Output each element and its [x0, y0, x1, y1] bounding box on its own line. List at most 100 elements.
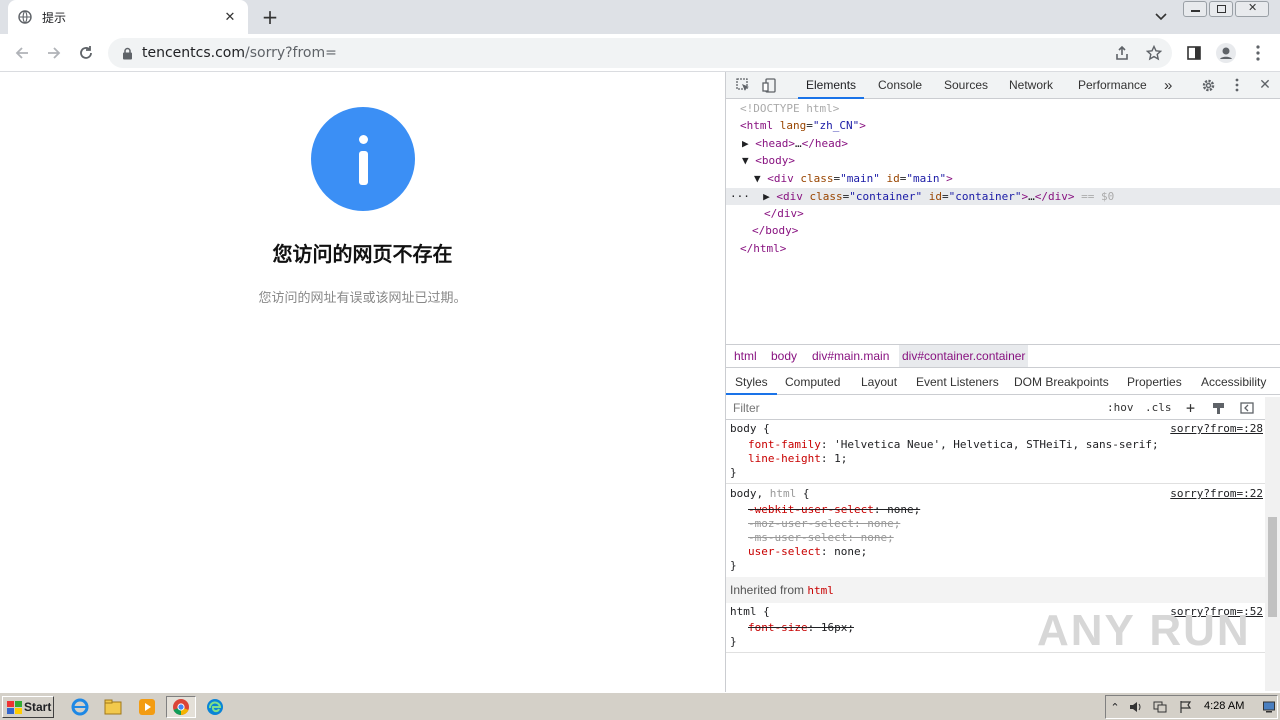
side-panel-icon[interactable] — [1180, 39, 1208, 67]
tab-strip: 提示 ✕ + ✕ — [0, 0, 1280, 34]
address-bar[interactable]: tencentcs.com/sorry?from= — [108, 38, 1172, 68]
styles-tabbar: Styles Computed Layout Event Listeners D… — [726, 369, 1280, 395]
volume-icon[interactable] — [1128, 699, 1144, 715]
action-center-flag-icon[interactable] — [1178, 699, 1194, 715]
clock: 4:28 AM — [1204, 700, 1245, 712]
network-icon[interactable] — [1152, 699, 1168, 715]
tab-properties[interactable]: Properties — [1127, 369, 1182, 395]
tab-event-listeners[interactable]: Event Listeners — [916, 369, 999, 395]
chevron-down-icon[interactable] — [1150, 6, 1172, 28]
share-icon[interactable] — [1108, 39, 1136, 67]
new-rule-icon[interactable]: + — [1186, 400, 1195, 416]
dom-body-node[interactable]: ▼ <body> — [742, 152, 795, 169]
show-desktop-icon[interactable] — [1262, 699, 1276, 715]
tab-sources[interactable]: Sources — [944, 72, 988, 99]
ie-icon[interactable] — [70, 697, 90, 717]
decl-font-size[interactable]: font-size: 16px; — [748, 621, 854, 635]
reload-icon[interactable] — [72, 39, 100, 67]
tab-elements[interactable]: Elements — [798, 72, 865, 99]
decl-moz-user-select[interactable]: -moz-user-select: none; — [748, 517, 900, 531]
class-toggle[interactable]: .cls — [1145, 400, 1172, 416]
start-button[interactable]: Start — [2, 696, 54, 718]
back-icon[interactable] — [8, 39, 36, 67]
tab-layout[interactable]: Layout — [861, 369, 897, 395]
crumb-body[interactable]: body — [768, 345, 800, 367]
url-text: tencentcs.com/sorry?from= — [142, 45, 337, 61]
dom-doctype[interactable]: <!DOCTYPE html> — [740, 100, 839, 117]
toggle-sidebar-icon[interactable] — [1240, 400, 1254, 416]
page-subtext: 您访问的网址有误或该网址已过期。 — [258, 291, 467, 306]
close-window-button[interactable]: ✕ — [1235, 1, 1269, 17]
rule-source-link[interactable]: sorry?from=:28 — [1170, 422, 1263, 436]
decl-ms-user-select[interactable]: -ms-user-select: none; — [748, 531, 894, 545]
settings-gear-icon[interactable] — [1199, 76, 1217, 94]
styles-scrollbar[interactable] — [1265, 397, 1280, 691]
explorer-folder-icon[interactable] — [103, 697, 123, 717]
tab-styles[interactable]: Styles — [726, 369, 777, 395]
info-icon — [311, 107, 415, 211]
breadcrumb: html body div#main.main div#container.co… — [726, 344, 1280, 368]
decl-font-family[interactable]: font-family: 'Helvetica Neue', Helvetica… — [748, 438, 1159, 452]
more-menu-icon[interactable] — [1244, 39, 1272, 67]
close-devtools-icon[interactable]: ✕ — [1256, 76, 1274, 94]
devtools-panel: Elements Console Sources Network Perform… — [725, 72, 1280, 692]
devtools-menu-icon[interactable] — [1228, 76, 1246, 94]
tab-dom-breakpoints[interactable]: DOM Breakpoints — [1014, 369, 1109, 395]
inherited-tag[interactable]: html — [807, 584, 834, 597]
edge-icon[interactable] — [205, 697, 225, 717]
dom-main-div[interactable]: ▼ <div class="main" id="main"> — [754, 170, 953, 187]
start-label: Start — [24, 700, 52, 714]
device-toolbar-icon[interactable] — [760, 76, 778, 94]
rule-source-link[interactable]: sorry?from=:22 — [1170, 487, 1263, 501]
dom-tree: <!DOCTYPE html> <html lang="zh_CN"> ▶ <h… — [726, 100, 1280, 343]
decl-webkit-user-select[interactable]: -webkit-user-select: none; — [748, 503, 920, 517]
rule-body-selector[interactable]: body { — [730, 422, 770, 436]
tray-expand-icon[interactable]: ⌃ — [1109, 699, 1121, 715]
lock-icon[interactable] — [120, 46, 134, 60]
more-tabs-icon[interactable]: » — [1164, 72, 1172, 99]
tab-accessibility[interactable]: Accessibility — [1201, 369, 1266, 395]
profile-avatar-icon[interactable] — [1212, 39, 1240, 67]
chrome-icon[interactable] — [166, 696, 196, 718]
crumb-container[interactable]: div#container.container — [899, 345, 1029, 367]
devtools-tabbar: Elements Console Sources Network Perform… — [726, 72, 1280, 99]
page-heading: 您访问的网页不存在 — [272, 242, 453, 266]
forward-icon[interactable] — [40, 39, 68, 67]
dom-div-close[interactable]: </div> — [764, 205, 804, 222]
taskbar: Start ⌃ 4:28 AM — [0, 692, 1280, 720]
rule-close: } — [730, 466, 737, 479]
page-viewport: 您访问的网页不存在 您访问的网址有误或该网址已过期。 — [0, 72, 725, 692]
scrollbar-thumb[interactable] — [1268, 517, 1277, 617]
crumb-main[interactable]: div#main.main — [809, 345, 892, 367]
dom-container-div[interactable]: ··· ▶ <div class="container" id="contain… — [730, 188, 1114, 205]
windows-logo-icon — [6, 700, 22, 714]
system-tray: ⌃ — [1105, 695, 1278, 719]
dom-html-node[interactable]: <html lang="zh_CN"> — [740, 117, 866, 134]
restore-button[interactable] — [1209, 1, 1233, 17]
bookmark-star-icon[interactable] — [1140, 39, 1168, 67]
decl-user-select[interactable]: user-select: none; — [748, 545, 867, 559]
tab-network[interactable]: Network — [1009, 72, 1053, 99]
new-tab-icon[interactable]: + — [258, 5, 282, 29]
paint-brush-icon[interactable] — [1212, 400, 1225, 416]
hover-state-toggle[interactable]: :hov — [1107, 400, 1134, 416]
inspect-element-icon[interactable] — [734, 76, 752, 94]
dom-body-close[interactable]: </body> — [752, 222, 798, 239]
styles-filter-bar: :hov .cls + — [726, 396, 1280, 420]
browser-tab[interactable]: 提示 ✕ — [8, 0, 248, 34]
tab-console[interactable]: Console — [878, 72, 922, 99]
dom-html-close[interactable]: </html> — [740, 240, 786, 257]
media-player-icon[interactable] — [137, 697, 157, 717]
dom-head-node[interactable]: ▶ <head>…</head> — [742, 135, 848, 152]
rule-close: } — [730, 559, 737, 572]
tab-computed[interactable]: Computed — [785, 369, 840, 395]
minimize-button[interactable] — [1183, 1, 1207, 17]
crumb-html[interactable]: html — [731, 345, 760, 367]
close-tab-icon[interactable]: ✕ — [222, 9, 238, 25]
styles-filter-input[interactable] — [729, 399, 1099, 417]
rule-close: } — [730, 635, 737, 648]
rule-html-selector[interactable]: html { — [730, 605, 770, 619]
tab-performance[interactable]: Performance — [1078, 72, 1147, 99]
rule-body-html-selector[interactable]: body, html { — [730, 487, 810, 501]
decl-line-height[interactable]: line-height: 1; — [748, 452, 847, 466]
